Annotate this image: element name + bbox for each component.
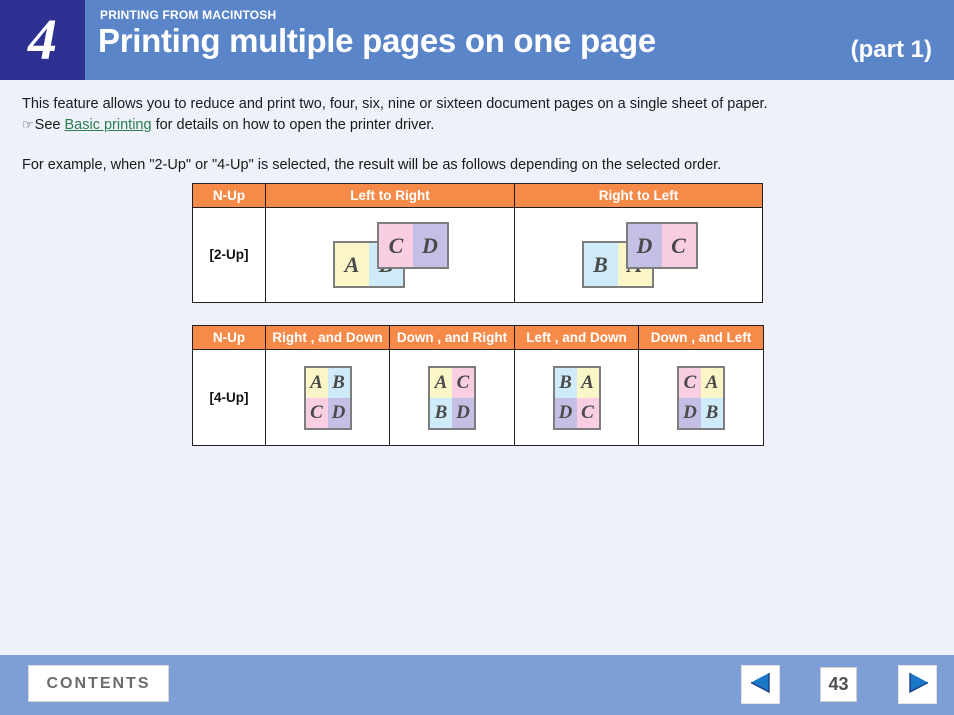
- table-4up-col-down-and-right: Down , and Right: [389, 325, 515, 350]
- page-cell: C: [305, 397, 328, 428]
- table-4up: N-Up Right , and Down Down , and Right L…: [192, 325, 764, 446]
- table-4up-col-right-and-down: Right , and Down: [265, 325, 390, 350]
- table-4up-col-nup: N-Up: [192, 325, 266, 350]
- basic-printing-link[interactable]: Basic printing: [65, 117, 152, 133]
- table-2up-row: [2-Up] A B C D B: [192, 207, 763, 303]
- sheet: A C B D: [428, 365, 476, 430]
- chapter-eyebrow: PRINTING FROM MACINTOSH: [100, 8, 277, 22]
- page-cell: B: [554, 367, 577, 398]
- prev-page-button[interactable]: [741, 665, 780, 704]
- diagram-cell-4up-left-and-down: B A D C: [514, 349, 639, 446]
- page-cell: D: [554, 397, 577, 428]
- table-4up-row-label-cell: [4-Up]: [192, 349, 266, 446]
- sheet: A B C D: [303, 365, 352, 430]
- sheet: B A D C: [552, 365, 601, 430]
- chapter-number: 4: [28, 7, 57, 72]
- table-4up-col-left-and-down: Left , and Down: [514, 325, 639, 350]
- sheet-front: C D: [377, 222, 449, 269]
- page-header: 4 PRINTING FROM MACINTOSH Printing multi…: [0, 0, 954, 80]
- page-cell: A: [576, 367, 599, 398]
- page-cell: D: [327, 397, 350, 428]
- contents-button[interactable]: CONTENTS: [28, 665, 169, 702]
- page-cell: C: [576, 397, 599, 428]
- diagram-cell-4up-down-and-right: A C B D: [389, 349, 515, 446]
- diagram-4up-down-and-left: C A D B: [677, 365, 725, 430]
- see-prefix: See: [34, 117, 61, 133]
- triangle-left-icon: [748, 669, 774, 700]
- page-cell: C: [379, 224, 413, 267]
- diagram-cell-4up-down-and-left: C A D B: [638, 349, 764, 446]
- page-cell: B: [583, 243, 618, 286]
- page-cell: D: [627, 224, 662, 267]
- intro-paragraph: This feature allows you to reduce and pr…: [22, 96, 768, 112]
- diagram-4up-left-and-down: B A D C: [552, 365, 601, 430]
- diagram-2up-right-to-left: B A D C: [574, 220, 704, 290]
- table-2up-col-nup: N-Up: [192, 183, 266, 208]
- row-label-2up: [2-Up]: [209, 247, 249, 262]
- example-paragraph: For example, when "2-Up" or "4-Up" is se…: [22, 157, 722, 173]
- table-2up-header-row: N-Up Left to Right Right to Left: [192, 183, 763, 208]
- part-label: (part 1): [850, 36, 932, 63]
- see-reference-line: ☞See Basic printing for details on how t…: [22, 114, 434, 136]
- sheet: C A D B: [677, 365, 725, 430]
- diagram-4up-right-and-down: A B C D: [303, 365, 352, 430]
- table-2up-row-label-cell: [2-Up]: [192, 207, 266, 303]
- table-2up-col-right-to-left: Right to Left: [514, 183, 763, 208]
- page-cell: A: [305, 367, 328, 398]
- row-label-4up: [4-Up]: [209, 389, 249, 405]
- table-4up-col-down-and-left: Down , and Left: [638, 325, 764, 350]
- diagram-cell-2up-left-to-right: A B C D: [265, 207, 515, 303]
- page-cell: A: [430, 367, 452, 398]
- chapter-number-block: 4: [0, 0, 85, 80]
- table-4up-header-row: N-Up Right , and Down Down , and Right L…: [192, 325, 764, 350]
- page-number: 43: [820, 667, 857, 702]
- table-4up-row: [4-Up] A B C D A C B D B A D C C A D B: [192, 349, 764, 446]
- page-cell: D: [679, 397, 701, 428]
- diagram-2up-left-to-right: A B C D: [325, 220, 455, 290]
- page-cell: C: [679, 367, 701, 398]
- next-page-button[interactable]: [898, 665, 937, 704]
- page-cell: B: [327, 367, 350, 398]
- hand-pointer-icon: ☞: [22, 117, 34, 132]
- table-2up: N-Up Left to Right Right to Left [2-Up] …: [192, 183, 763, 303]
- diagram-cell-4up-right-and-down: A B C D: [265, 349, 390, 446]
- page-cell: A: [701, 367, 723, 398]
- diagram-cell-2up-right-to-left: B A D C: [514, 207, 763, 303]
- triangle-right-icon: [905, 669, 931, 700]
- sheet-front: D C: [625, 222, 698, 269]
- page-cell: C: [452, 367, 474, 398]
- table-2up-col-left-to-right: Left to Right: [265, 183, 515, 208]
- page-cell: B: [701, 397, 723, 428]
- page-cell: D: [413, 224, 447, 267]
- page-cell: A: [335, 243, 369, 286]
- diagram-4up-down-and-right: A C B D: [428, 365, 476, 430]
- page-cell: D: [452, 397, 474, 428]
- page-title: Printing multiple pages on one page: [98, 22, 656, 59]
- page-cell: C: [661, 224, 696, 267]
- see-suffix: for details on how to open the printer d…: [155, 117, 435, 133]
- page-cell: B: [430, 397, 452, 428]
